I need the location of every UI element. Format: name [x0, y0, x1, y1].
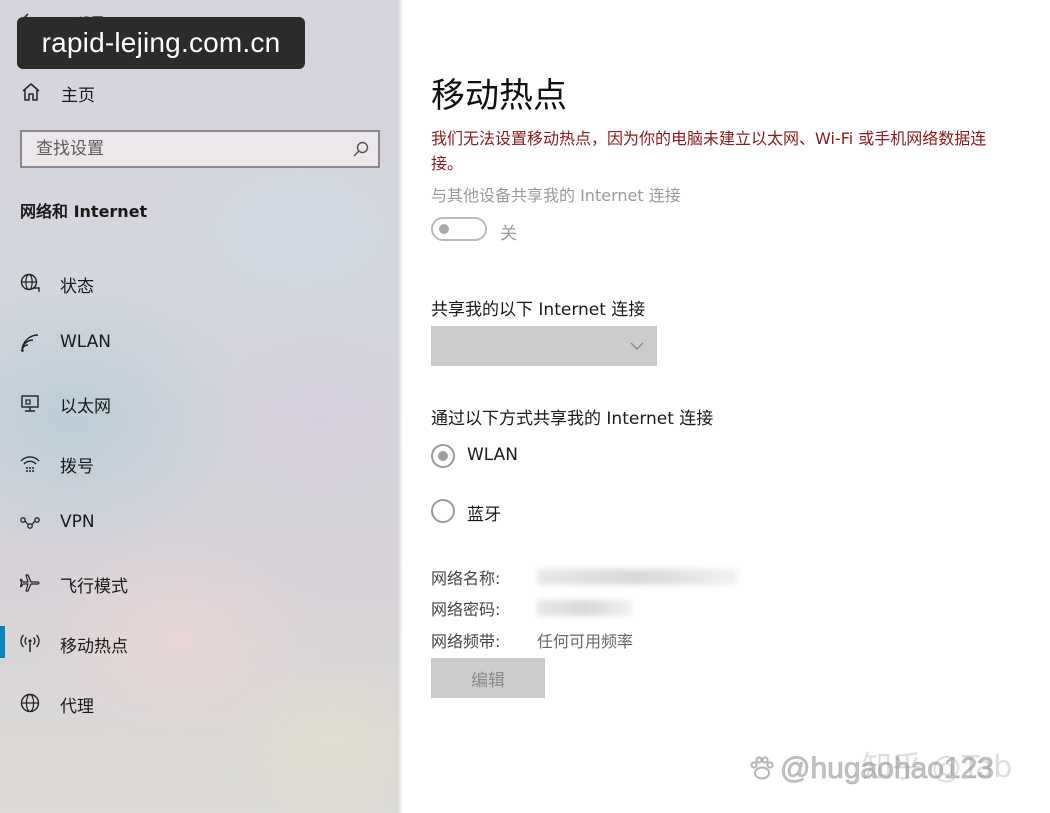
sidebar-item-ethernet[interactable]: 以太网 [0, 382, 398, 422]
radio-bluetooth[interactable]: 蓝牙 [431, 497, 731, 525]
watermark-author: @hugaohao123 [748, 752, 994, 796]
paw-icon [748, 754, 776, 782]
share-connection-label: 与其他设备共享我的 Internet 连接 [431, 186, 681, 205]
sidebar-item-label: 飞行模式 [60, 577, 128, 597]
search-icon[interactable] [352, 140, 370, 158]
globe-status-icon [19, 272, 41, 294]
sidebar-item-proxy[interactable]: 代理 [0, 682, 398, 722]
sidebar-item-label: 代理 [60, 697, 94, 717]
radio-button[interactable] [431, 499, 455, 523]
search-input[interactable] [22, 132, 378, 166]
network-band-value: 任何可用频率 [537, 632, 634, 651]
hotspot-toggle[interactable] [431, 217, 487, 241]
sidebar-item-status[interactable]: 状态 [0, 262, 398, 302]
ethernet-icon [19, 392, 41, 414]
active-indicator [0, 626, 5, 658]
home-icon [20, 81, 42, 103]
network-password-label: 网络密码: [431, 600, 501, 619]
network-band-label: 网络频带: [431, 632, 501, 651]
search-box[interactable] [20, 130, 380, 168]
sidebar-item-dialup[interactable]: 拨号 [0, 442, 398, 482]
sidebar-item-label: 拨号 [60, 457, 94, 477]
hotspot-icon [19, 632, 41, 654]
sidebar-item-label: 状态 [60, 277, 94, 297]
chevron-down-icon [629, 338, 645, 354]
sidebar-item-airplane[interactable]: 飞行模式 [0, 562, 398, 602]
main-content: 移动热点 我们无法设置移动热点，因为你的电脑未建立以太网、Wi-Fi 或手机网络… [402, 0, 1050, 813]
airplane-icon [19, 572, 41, 594]
sidebar-item-label: 移动热点 [60, 637, 128, 657]
watermark-author-text: @hugaohao123 [780, 752, 995, 786]
sidebar-item-wlan[interactable]: WLAN [0, 322, 398, 362]
nav-home-label: 主页 [61, 86, 95, 106]
network-band-row: 网络频带: 任何可用频率 [431, 628, 831, 652]
proxy-globe-icon [19, 692, 41, 714]
connection-dropdown[interactable] [431, 326, 657, 366]
toggle-state-label: 关 [500, 224, 517, 244]
sidebar-item-label: 以太网 [60, 397, 111, 417]
sidebar-item-label: VPN [60, 512, 95, 532]
network-password-row: 网络密码: [431, 596, 831, 620]
error-message: 我们无法设置移动热点，因为你的电脑未建立以太网、Wi-Fi 或手机网络数据连接。 [431, 129, 987, 173]
sidebar-item-label: WLAN [60, 332, 112, 352]
radio-label-bluetooth: 蓝牙 [467, 505, 501, 525]
radio-wlan[interactable]: WLAN [431, 442, 731, 470]
vpn-icon [19, 512, 41, 534]
redacted-blur [537, 600, 632, 616]
share-method-label: 通过以下方式共享我的 Internet 连接 [431, 409, 714, 429]
sidebar: 设置 主页 网络和 Internet 状态 WLAN 以太网 [0, 0, 402, 813]
radio-button-checked[interactable] [431, 444, 455, 468]
watermark-site: rapid-lejing.com.cn [17, 17, 305, 69]
radio-label-wlan: WLAN [467, 445, 519, 465]
edit-button[interactable]: 编辑 [431, 658, 545, 698]
section-title: 网络和 Internet [20, 202, 148, 221]
wifi-icon [19, 332, 41, 354]
dialup-icon [19, 452, 41, 474]
network-name-row: 网络名称: [431, 565, 831, 589]
toggle-knob [439, 224, 449, 234]
redacted-blur [537, 569, 737, 585]
page-title: 移动热点 [431, 76, 567, 116]
network-name-label: 网络名称: [431, 569, 501, 588]
sidebar-item-vpn[interactable]: VPN [0, 502, 398, 542]
share-source-label: 共享我的以下 Internet 连接 [431, 300, 646, 320]
sidebar-item-mobile-hotspot[interactable]: 移动热点 [0, 622, 398, 662]
